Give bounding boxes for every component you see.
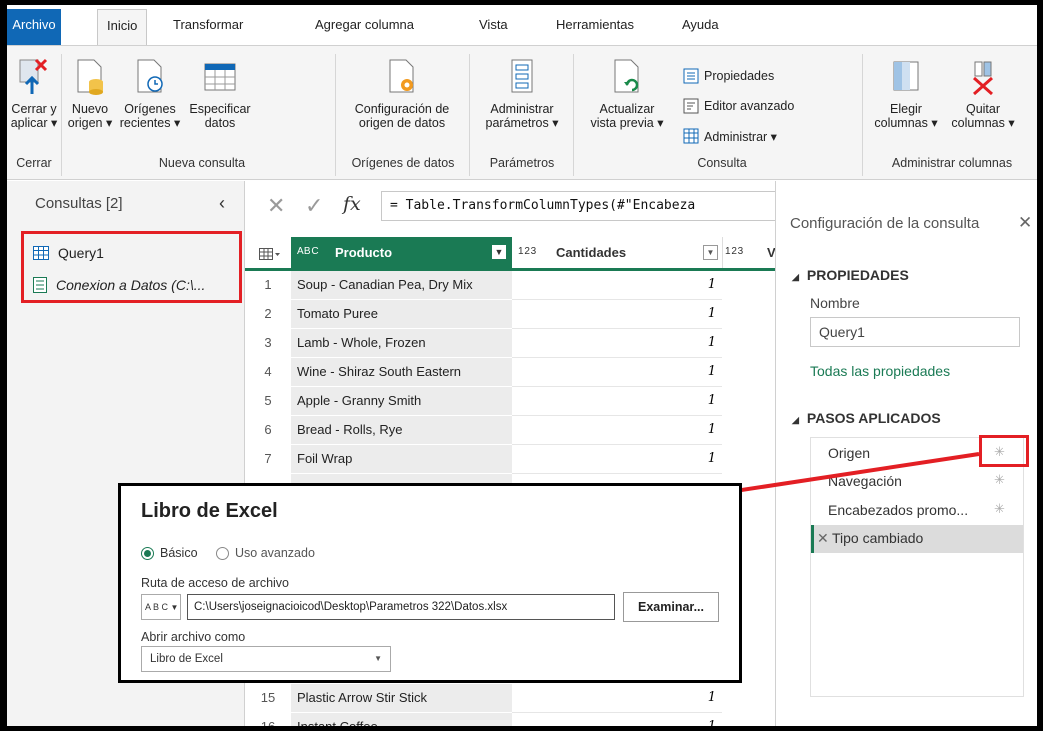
dialog-title: Libro de Excel [141, 500, 278, 522]
path-label: Ruta de acceso de archivo [141, 576, 290, 590]
file-path-input[interactable]: C:\Users\joseignacioicod\Desktop\Paramet… [187, 594, 615, 620]
radio-label: Básico [160, 546, 198, 560]
open-as-dropdown[interactable]: Libro de Excel ▼ [141, 646, 391, 672]
dropdown-value: Libro de Excel [150, 653, 223, 665]
radio-label: Uso avanzado [235, 546, 315, 560]
radio-unselected-icon [216, 546, 229, 560]
text-type-icon: A B C [145, 602, 169, 612]
advanced-radio[interactable]: Uso avanzado [216, 546, 315, 560]
power-query-window: Archivo Inicio Transformar Agregar colum… [7, 5, 1037, 726]
browse-button[interactable]: Examinar... [623, 592, 719, 622]
path-type-dropdown[interactable]: A B C ▼ [141, 594, 181, 620]
open-as-label: Abrir archivo como [141, 630, 246, 644]
basic-radio[interactable]: Básico [141, 546, 198, 560]
chevron-down-icon: ▼ [170, 603, 179, 612]
excel-workbook-dialog: Libro de Excel Básico Uso avanzado Ruta … [118, 483, 742, 683]
chevron-down-icon: ▼ [374, 654, 382, 663]
radio-selected-icon [141, 546, 154, 560]
